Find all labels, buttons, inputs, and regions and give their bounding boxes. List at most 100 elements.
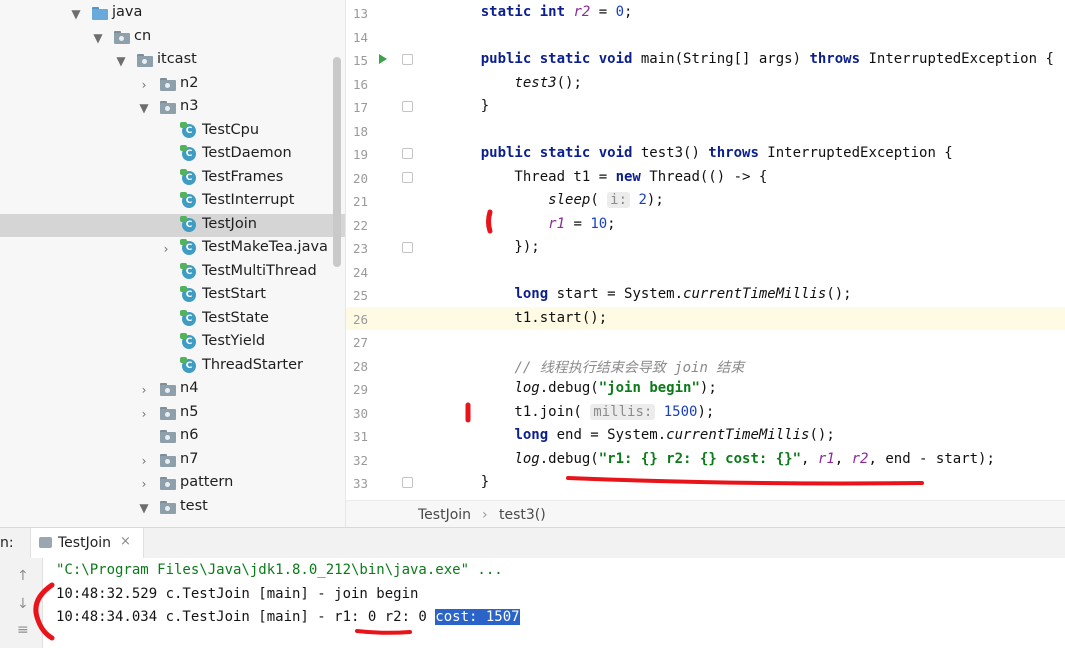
- chevron-right-icon[interactable]: ›: [138, 79, 150, 91]
- chevron-down-icon[interactable]: ▼: [138, 102, 150, 114]
- soft-wrap-icon[interactable]: ≡: [17, 622, 29, 638]
- tree-item[interactable]: › n2: [0, 73, 345, 96]
- code-line[interactable]: 13 static int r2 = 0;: [346, 1, 1065, 25]
- tree-item[interactable]: C TestStart: [0, 284, 345, 307]
- fold-marker-icon[interactable]: [402, 477, 413, 488]
- scroll-down-icon[interactable]: ↓: [17, 596, 29, 612]
- code-line[interactable]: 21 sleep( i: 2);: [346, 189, 1065, 213]
- tree-item[interactable]: C TestInterrupt: [0, 190, 345, 213]
- tree-item[interactable]: › n5: [0, 402, 345, 425]
- code-line[interactable]: 14: [346, 25, 1065, 49]
- tree-item[interactable]: C TestCpu: [0, 120, 345, 143]
- tab-testjoin[interactable]: TestJoin ×: [30, 528, 144, 558]
- code-line[interactable]: 30 t1.join( millis: 1500);: [346, 401, 1065, 425]
- tree-item[interactable]: C TestMultiThread: [0, 261, 345, 284]
- tree-item[interactable]: › pattern: [0, 472, 345, 495]
- code-line[interactable]: 26 t1.start();: [346, 306, 1065, 330]
- chevron-right-icon[interactable]: ›: [160, 243, 172, 255]
- fold-marker-icon[interactable]: [402, 54, 413, 65]
- fold-marker-icon[interactable]: [402, 148, 413, 159]
- code-text: test3();: [514, 74, 582, 91]
- tree-item[interactable]: ▼ cn: [0, 26, 345, 49]
- line-number: 13: [352, 6, 368, 21]
- code-line[interactable]: 24: [346, 260, 1065, 284]
- console-log-line: 10:48:32.529 c.TestJoin [main] - join be…: [56, 586, 419, 602]
- tree-item-label: test: [180, 497, 208, 514]
- line-number: 22: [352, 217, 368, 233]
- code-text: });: [447, 239, 540, 255]
- tree-item[interactable]: n6: [0, 425, 345, 448]
- tree-item-label: TestYield: [202, 333, 266, 349]
- tree-item[interactable]: › n7: [0, 449, 345, 472]
- code-text: long start = System.currentTimeMillis();: [514, 286, 852, 302]
- tree-item[interactable]: C TestDaemon: [0, 143, 345, 166]
- chevron-right-icon[interactable]: ›: [138, 384, 150, 396]
- breadcrumb-method[interactable]: test3(): [499, 507, 546, 523]
- tree-item[interactable]: C TestFrames: [0, 167, 345, 190]
- java-class-icon: C: [180, 286, 196, 302]
- tree-item-label: TestMakeTea.java: [202, 239, 328, 255]
- tree-item[interactable]: ▼ java: [0, 2, 345, 25]
- chevron-right-icon[interactable]: ›: [138, 408, 150, 420]
- tree-item[interactable]: ▼ n3: [0, 96, 345, 119]
- code-line[interactable]: 28 // 线程执行结束会导致 join 结束: [346, 354, 1065, 378]
- chevron-down-icon[interactable]: ▼: [92, 32, 104, 44]
- package-icon: [160, 500, 176, 514]
- code-line[interactable]: 33 }: [346, 471, 1065, 495]
- chevron-right-icon[interactable]: ›: [138, 455, 150, 467]
- code-line[interactable]: 32 log.debug("r1: {} r2: {} cost: {}", r…: [346, 448, 1065, 472]
- tree-item-label: n2: [180, 74, 199, 91]
- tree-item-label: TestFrames: [202, 168, 284, 185]
- tree-item[interactable]: › n4: [0, 378, 345, 401]
- line-number: 20: [352, 170, 368, 186]
- code-line[interactable]: 19 public static void test3() throws Int…: [346, 142, 1065, 166]
- chevron-down-icon[interactable]: ▼: [70, 8, 82, 20]
- code-line[interactable]: 29 log.debug("join begin");: [346, 377, 1065, 401]
- package-icon: [160, 77, 176, 91]
- tree-item[interactable]: › C TestMakeTea.java: [0, 237, 345, 260]
- code-line[interactable]: 25 long start = System.currentTimeMillis…: [346, 283, 1065, 307]
- tree-item[interactable]: ▼ test: [0, 496, 345, 519]
- package-icon: [160, 406, 176, 420]
- fold-marker-icon[interactable]: [402, 171, 413, 183]
- tree-item[interactable]: C TestYield: [0, 331, 345, 354]
- code-line[interactable]: 31 long end = System.currentTimeMillis()…: [346, 424, 1065, 448]
- code-line[interactable]: 20 Thread t1 = new Thread(() -> {: [346, 166, 1065, 190]
- tree-item[interactable]: C ThreadStarter: [0, 355, 345, 378]
- console-output[interactable]: "C:\Program Files\Java\jdk1.8.0_212\bin\…: [43, 558, 1065, 648]
- code-editor[interactable]: 13 static int r2 = 0; 14 15 public static …: [346, 0, 1065, 500]
- fold-marker-icon[interactable]: [402, 242, 413, 253]
- breadcrumb-class[interactable]: TestJoin: [418, 507, 471, 523]
- java-class-icon: C: [180, 215, 196, 232]
- run-gutter-icon[interactable]: [379, 54, 387, 64]
- fold-marker-icon[interactable]: [402, 101, 413, 112]
- tree-item[interactable]: C TestJoin: [0, 213, 345, 237]
- tree-item-label: pattern: [180, 474, 234, 490]
- tree-item[interactable]: ▼ itcast: [0, 49, 345, 72]
- java-class-icon: C: [180, 168, 196, 185]
- tree-item-label: TestCpu: [202, 121, 260, 138]
- breadcrumb: TestJoin › test3(): [346, 500, 1065, 528]
- code-line[interactable]: 22 r1 = 10;: [346, 213, 1065, 237]
- tree-item[interactable]: C TestState: [0, 308, 345, 331]
- code-line[interactable]: 23 });: [346, 236, 1065, 260]
- tree-item-label: cn: [134, 27, 152, 44]
- line-number: 27: [352, 335, 368, 350]
- chevron-down-icon[interactable]: ▼: [138, 502, 150, 514]
- code-line[interactable]: 15 public static void main(String[] args…: [346, 48, 1065, 72]
- code-text: }: [447, 474, 490, 490]
- chevron-down-icon[interactable]: ▼: [115, 55, 127, 67]
- code-line[interactable]: 18: [346, 119, 1065, 143]
- java-class-icon: C: [180, 192, 196, 208]
- scroll-up-icon[interactable]: ↑: [17, 568, 29, 584]
- project-tree-scrollbar[interactable]: [333, 57, 341, 267]
- line-number: 32: [352, 452, 368, 468]
- code-line[interactable]: 17 }: [346, 95, 1065, 119]
- package-icon: [160, 101, 176, 114]
- code-line[interactable]: 27: [346, 330, 1065, 354]
- chevron-right-icon[interactable]: ›: [138, 478, 150, 490]
- close-icon[interactable]: ×: [120, 534, 131, 549]
- breadcrumb-separator: ›: [482, 507, 488, 523]
- code-line[interactable]: 16 test3();: [346, 72, 1065, 96]
- code-text: Thread t1 = new Thread(() -> {: [447, 168, 768, 185]
